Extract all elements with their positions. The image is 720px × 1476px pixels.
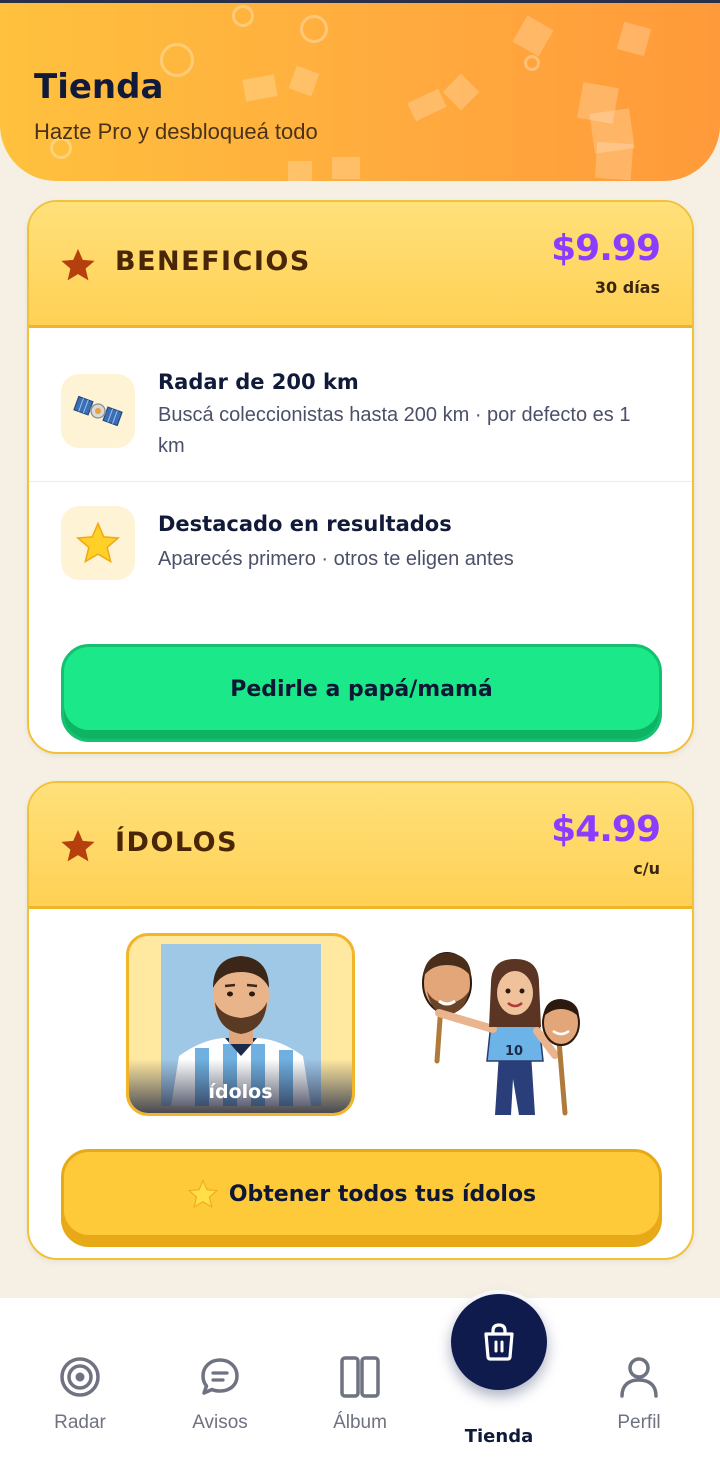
feature-title: Radar de 200 km <box>158 370 359 394</box>
page-title: Tienda <box>34 67 164 107</box>
star-icon <box>61 248 95 281</box>
feature-item: Destacado en resultados Aparecés primero… <box>29 482 692 612</box>
decoration <box>288 65 320 97</box>
feature-description: Buscá coleccionistas hasta 200 km · por … <box>158 404 631 457</box>
decoration <box>594 141 634 181</box>
nav-item-radar[interactable]: Radar <box>20 1298 140 1476</box>
satellite-icon <box>61 374 135 448</box>
nav-label: Álbum <box>333 1412 387 1433</box>
tienda-fab-button[interactable] <box>447 1290 551 1394</box>
idols-illustration: 10 <box>399 943 599 1121</box>
nav-item-album[interactable]: Álbum <box>300 1298 420 1476</box>
chat-icon <box>201 1358 239 1395</box>
star-icon <box>187 1179 219 1209</box>
nav-item-avisos[interactable]: Avisos <box>160 1298 280 1476</box>
radar-icon <box>60 1357 100 1397</box>
nav-label: Radar <box>54 1412 106 1433</box>
nav-label: Perfil <box>617 1412 661 1433</box>
decoration <box>300 15 328 43</box>
feature-item: Radar de 200 km Buscá coleccionistas has… <box>29 328 692 480</box>
benefits-card-header: BENEFICIOS $9.99 30 días <box>29 202 692 328</box>
bottom-navigation: Radar Avisos Álbum Tienda Perfil <box>0 1298 720 1476</box>
idols-price: $4.99 <box>551 809 661 850</box>
album-icon <box>340 1356 380 1398</box>
idols-title: ÍDOLOS <box>115 827 239 858</box>
decoration <box>512 15 554 57</box>
feature-title: Destacado en resultados <box>158 512 452 536</box>
decoration <box>232 5 254 27</box>
decoration <box>332 157 360 179</box>
nav-label: Tienda <box>464 1426 534 1447</box>
user-icon <box>620 1357 658 1398</box>
page-subtitle: Hazte Pro y desbloqueá todo <box>34 119 318 144</box>
idols-pack-image[interactable]: ídolos <box>126 933 355 1116</box>
decoration <box>407 88 447 122</box>
tienda-fab-circle <box>451 1294 547 1390</box>
nav-item-perfil[interactable]: Perfil <box>579 1298 699 1476</box>
decoration <box>160 43 194 77</box>
benefits-price: $9.99 <box>551 228 661 269</box>
decoration <box>524 55 540 71</box>
benefits-card: BENEFICIOS $9.99 30 días Radar de 200 km <box>27 200 694 754</box>
nav-label: Avisos <box>192 1412 248 1433</box>
decoration <box>442 73 480 111</box>
star-icon <box>61 829 95 862</box>
ask-parent-button[interactable]: Pedirle a papá/mamá <box>61 644 662 742</box>
get-all-idols-button-label: Obtener todos tus ídolos <box>228 1181 537 1207</box>
idols-card-header: ÍDOLOS $4.99 c/u <box>29 783 692 909</box>
idols-card: ÍDOLOS $4.99 c/u ídolos 10 Obtener todos… <box>27 781 694 1260</box>
decoration <box>288 161 312 181</box>
decoration <box>616 21 652 57</box>
benefits-title: BENEFICIOS <box>115 246 311 277</box>
benefits-price-period: 30 días <box>594 278 660 297</box>
shopping-bag-icon <box>484 1323 514 1361</box>
get-all-idols-button[interactable]: Obtener todos tus ídolos <box>61 1149 662 1247</box>
star-icon <box>61 506 135 580</box>
ask-parent-button-label: Pedirle a papá/mamá <box>230 676 493 702</box>
idols-price-unit: c/u <box>633 859 660 878</box>
svg-text:10: 10 <box>505 1044 523 1059</box>
idols-image-label: ídolos <box>129 1059 352 1113</box>
decoration <box>242 74 278 102</box>
feature-description: Aparecés primero · otros te eligen antes <box>158 548 514 570</box>
store-header: Tienda Hazte Pro y desbloqueá todo <box>0 3 720 181</box>
